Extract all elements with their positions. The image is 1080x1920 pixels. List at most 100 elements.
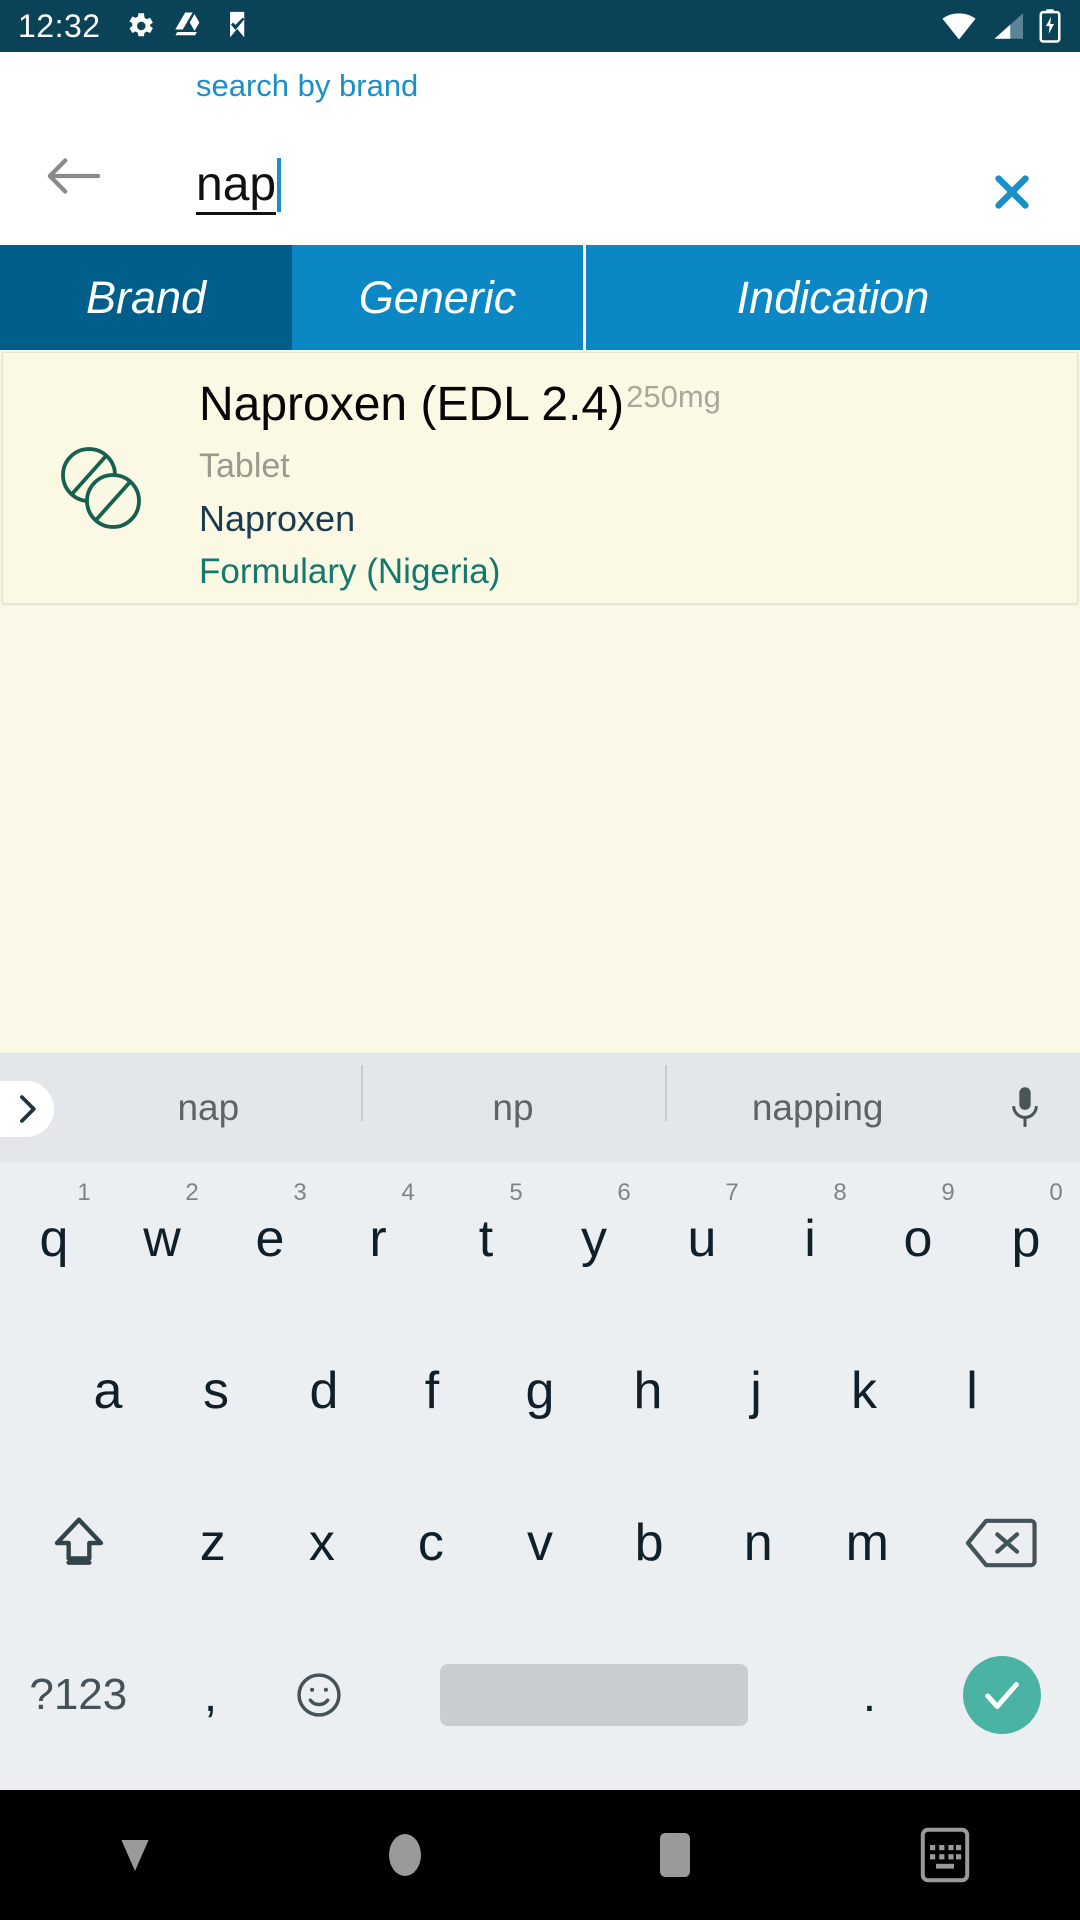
suggestion-items: nap np napping xyxy=(56,1065,970,1129)
key-x[interactable]: x xyxy=(267,1467,376,1619)
nav-back-hide-keyboard-button[interactable] xyxy=(0,1832,270,1878)
nav-home-button[interactable] xyxy=(270,1830,540,1880)
result-generic-name: Naproxen xyxy=(199,498,356,539)
key-l[interactable]: l xyxy=(918,1315,1026,1467)
enter-key-circle xyxy=(962,1656,1041,1734)
keyboard-row-2: a s d f g h j k l xyxy=(0,1315,1080,1467)
search-hint-label: search by brand xyxy=(196,68,419,103)
key-m[interactable]: m xyxy=(813,1467,922,1619)
switch-keyboard-icon xyxy=(920,1827,970,1883)
key-c-label: c xyxy=(417,1514,444,1572)
on-screen-keyboard: nap np napping 1q 2w 3e 4r 5t 6y 7u 8i 9… xyxy=(0,1053,1080,1790)
search-results-list: Naproxen (EDL 2.4) 250mg Tablet Naproxen… xyxy=(0,350,1080,606)
gear-icon xyxy=(123,9,157,43)
key-x-label: x xyxy=(308,1514,335,1572)
key-k[interactable]: k xyxy=(810,1315,918,1467)
key-f-label: f xyxy=(424,1362,440,1420)
key-m-label: m xyxy=(845,1514,889,1572)
key-t[interactable]: 5t xyxy=(432,1163,540,1315)
key-u-number: 7 xyxy=(725,1179,739,1206)
emoji-key[interactable] xyxy=(265,1619,373,1771)
key-i-number: 8 xyxy=(833,1179,847,1206)
key-r-label: r xyxy=(369,1210,387,1268)
clear-search-button[interactable] xyxy=(982,162,1042,222)
key-n-label: n xyxy=(743,1514,773,1572)
tab-brand[interactable]: Brand xyxy=(0,245,292,350)
key-q-number: 1 xyxy=(77,1179,91,1206)
key-e-label: e xyxy=(255,1210,285,1268)
chevron-right-icon xyxy=(20,1095,36,1123)
key-v-label: v xyxy=(527,1514,554,1572)
backspace-icon xyxy=(965,1518,1037,1568)
suggestion-item-2[interactable]: napping xyxy=(665,1065,970,1129)
key-d-label: d xyxy=(309,1362,339,1420)
voice-input-button[interactable] xyxy=(970,1085,1080,1131)
home-circle-icon xyxy=(389,1834,421,1876)
close-x-icon xyxy=(995,175,1029,209)
key-z[interactable]: z xyxy=(158,1467,267,1619)
search-input[interactable]: nap xyxy=(196,158,766,216)
tab-indication[interactable]: Indication xyxy=(586,245,1080,350)
key-y[interactable]: 6y xyxy=(540,1163,648,1315)
nav-switch-keyboard-button[interactable] xyxy=(810,1827,1080,1883)
tab-generic[interactable]: Generic xyxy=(292,245,586,350)
key-z-label: z xyxy=(199,1514,226,1572)
key-q[interactable]: 1q xyxy=(0,1163,108,1315)
key-b[interactable]: b xyxy=(595,1467,704,1619)
symbols-key[interactable]: ?123 xyxy=(0,1619,157,1771)
recents-square-icon xyxy=(660,1833,690,1877)
key-a[interactable]: a xyxy=(54,1315,162,1467)
key-g[interactable]: g xyxy=(486,1315,594,1467)
key-b-label: b xyxy=(634,1514,664,1572)
key-r[interactable]: 4r xyxy=(324,1163,432,1315)
status-bar: 12:32 xyxy=(0,0,1080,52)
key-o[interactable]: 9o xyxy=(864,1163,972,1315)
wifi-icon xyxy=(940,11,978,41)
result-card-body: Naproxen (EDL 2.4) 250mg Tablet Naproxen… xyxy=(199,378,1057,592)
back-button[interactable] xyxy=(38,148,108,208)
emoji-smiley-icon xyxy=(296,1673,341,1717)
key-s-label: s xyxy=(203,1362,229,1420)
checkmark-icon xyxy=(984,1681,1019,1709)
key-u-label: u xyxy=(687,1210,717,1268)
key-v[interactable]: v xyxy=(485,1467,594,1619)
key-t-number: 5 xyxy=(509,1179,523,1206)
key-i[interactable]: 8i xyxy=(756,1163,864,1315)
comma-key[interactable]: , xyxy=(157,1619,265,1771)
key-u[interactable]: 7u xyxy=(648,1163,756,1315)
key-e[interactable]: 3e xyxy=(216,1163,324,1315)
key-j[interactable]: j xyxy=(702,1315,810,1467)
key-w[interactable]: 2w xyxy=(108,1163,216,1315)
key-c[interactable]: c xyxy=(376,1467,485,1619)
comma-key-label: , xyxy=(203,1668,218,1722)
expand-suggestions-button[interactable] xyxy=(0,1081,54,1137)
key-h[interactable]: h xyxy=(594,1315,702,1467)
suggestion-item-1[interactable]: np xyxy=(360,1065,666,1129)
result-dosage-form: Tablet xyxy=(199,447,290,485)
period-key[interactable]: . xyxy=(815,1619,923,1771)
key-l-label: l xyxy=(966,1362,978,1420)
result-title: Naproxen (EDL 2.4) xyxy=(199,378,625,431)
backspace-key[interactable] xyxy=(922,1467,1080,1619)
key-p[interactable]: 0p xyxy=(972,1163,1080,1315)
nav-recents-button[interactable] xyxy=(540,1831,810,1879)
key-d[interactable]: d xyxy=(270,1315,378,1467)
key-w-label: w xyxy=(143,1210,181,1268)
key-y-number: 6 xyxy=(617,1179,631,1206)
key-f[interactable]: f xyxy=(378,1315,486,1467)
key-n[interactable]: n xyxy=(704,1467,813,1619)
period-key-label: . xyxy=(862,1668,877,1722)
result-card[interactable]: Naproxen (EDL 2.4) 250mg Tablet Naproxen… xyxy=(2,352,1078,604)
key-g-label: g xyxy=(525,1362,555,1420)
suggestion-item-0[interactable]: nap xyxy=(56,1087,361,1129)
cellular-signal-icon xyxy=(990,11,1026,41)
enter-key[interactable] xyxy=(923,1619,1080,1771)
arrow-left-icon xyxy=(44,152,102,205)
shift-key[interactable] xyxy=(0,1467,158,1619)
key-y-label: y xyxy=(581,1210,607,1268)
space-key[interactable] xyxy=(373,1619,816,1771)
key-s[interactable]: s xyxy=(162,1315,270,1467)
result-strength: 250mg xyxy=(626,379,721,414)
space-key-cap xyxy=(439,1664,748,1726)
key-t-label: t xyxy=(478,1210,494,1268)
